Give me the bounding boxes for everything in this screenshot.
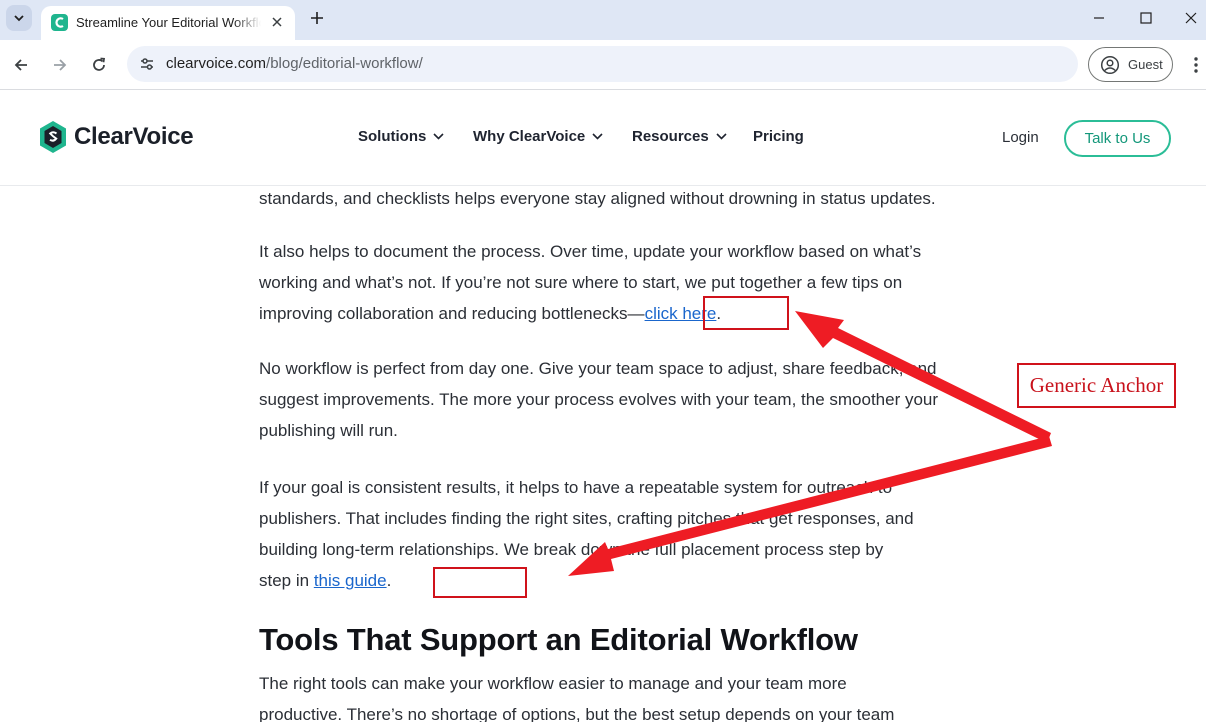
chevron-down-icon: [433, 133, 444, 140]
url-path: /blog/editorial-workflow/: [266, 55, 423, 72]
clearvoice-logo-icon: [40, 121, 66, 153]
site-info-button[interactable]: [135, 52, 159, 76]
arrow-left-icon: [14, 59, 27, 71]
article-paragraph: The right tools can make your workflow e…: [259, 674, 895, 722]
nav-label: Resources: [632, 128, 709, 145]
maximize-icon: [1140, 12, 1152, 24]
annotation-box-this-guide: [433, 567, 527, 598]
plus-icon: [311, 12, 323, 24]
site-header: ClearVoice Solutions Why ClearVoice Reso…: [0, 91, 1206, 186]
nav-label: Why ClearVoice: [473, 128, 586, 145]
article-paragraph: No workflow is perfect from day one. Giv…: [259, 359, 939, 440]
nav-pricing[interactable]: Pricing: [753, 128, 804, 145]
login-link[interactable]: Login: [1002, 129, 1039, 146]
url-text[interactable]: clearvoice.com/blog/editorial-workflow/: [166, 55, 423, 72]
tab-close-button[interactable]: [268, 13, 286, 31]
logo-text: ClearVoice: [74, 123, 194, 150]
profile-button[interactable]: Guest: [1088, 47, 1173, 82]
reload-button[interactable]: [86, 52, 112, 78]
chevron-down-icon: [14, 15, 24, 22]
close-icon: [1185, 12, 1197, 24]
tab-title: Streamline Your Editorial Workflow: [76, 15, 261, 30]
chevron-down-icon: [716, 133, 727, 140]
talk-to-us-button[interactable]: Talk to Us: [1064, 120, 1171, 157]
nav-label: Pricing: [753, 128, 804, 145]
maximize-button[interactable]: [1123, 4, 1169, 32]
url-domain: clearvoice.com: [166, 55, 267, 72]
nav-why-clearvoice[interactable]: Why ClearVoice: [473, 128, 603, 145]
nav-label: Solutions: [358, 128, 427, 145]
browser-tab[interactable]: Streamline Your Editorial Workflow: [41, 6, 295, 40]
more-vert-icon: [1194, 57, 1198, 73]
profile-label: Guest: [1128, 57, 1163, 72]
nav-solutions[interactable]: Solutions: [358, 128, 444, 145]
section-heading: Tools That Support an Editorial Workflow: [259, 622, 858, 657]
forward-button[interactable]: [47, 52, 73, 78]
minimize-icon: [1094, 17, 1104, 19]
paragraph-period: .: [386, 571, 392, 590]
clearvoice-favicon-icon: [51, 14, 68, 31]
browser-menu-button[interactable]: [1186, 52, 1206, 78]
clearvoice-logo[interactable]: ClearVoice: [38, 120, 194, 154]
close-icon: [272, 17, 282, 27]
paragraph-text: It also helps to document the process. O…: [259, 242, 922, 323]
browser-toolbar: clearvoice.com/blog/editorial-workflow/ …: [0, 40, 1206, 90]
tune-icon: [141, 58, 153, 70]
minimize-button[interactable]: [1076, 4, 1122, 32]
nav-resources[interactable]: Resources: [632, 128, 727, 145]
new-tab-button[interactable]: [305, 6, 329, 30]
person-icon: [1100, 55, 1120, 74]
reload-icon: [93, 57, 106, 71]
arrow-right-icon: [54, 59, 67, 71]
this-guide-link[interactable]: this guide: [314, 571, 387, 590]
back-button[interactable]: [8, 52, 34, 78]
article-paragraph: If your goal is consistent results, it h…: [259, 472, 919, 596]
window-close-button[interactable]: [1168, 4, 1206, 32]
article-paragraph: It also helps to document the process. O…: [259, 236, 939, 329]
browser-tab-strip: Streamline Your Editorial Workflow: [0, 0, 1206, 40]
generic-anchor-label: Generic Anchor: [1017, 363, 1176, 408]
address-bar[interactable]: clearvoice.com/blog/editorial-workflow/: [127, 46, 1078, 82]
tab-list-button[interactable]: [6, 5, 32, 31]
chevron-down-icon: [592, 133, 603, 140]
annotation-box-click-here: [703, 296, 789, 330]
article-paragraph: standards, and checklists helps everyone…: [259, 189, 936, 208]
